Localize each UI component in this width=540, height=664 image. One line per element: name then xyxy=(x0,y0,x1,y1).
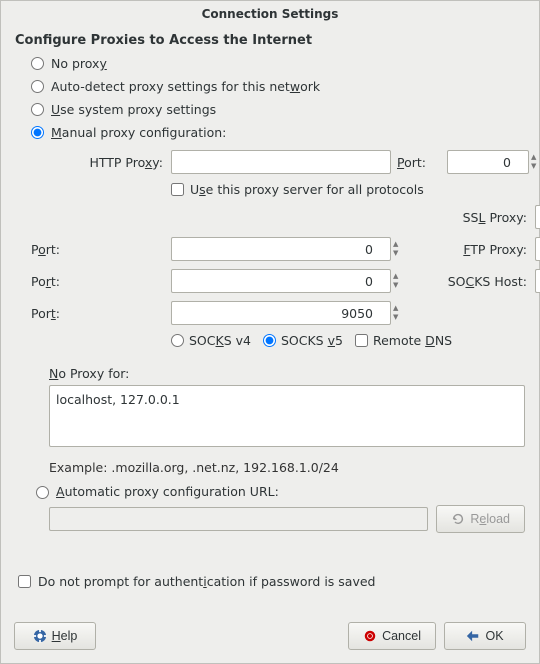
ftp-proxy-label: FTP Proxy: xyxy=(447,242,529,257)
ftp-port-input[interactable] xyxy=(171,269,391,293)
reload-button[interactable]: Reload xyxy=(436,505,525,533)
socks-port-label: Port: xyxy=(31,306,165,321)
remote-dns-option[interactable]: Remote DNS xyxy=(355,333,452,348)
no-proxy-label: No Proxy for: xyxy=(49,366,525,381)
ok-button[interactable]: OK xyxy=(444,622,526,650)
help-label: Help xyxy=(52,629,78,643)
socks-host-label: SOCKS Host: xyxy=(447,274,529,289)
http-proxy-label: HTTP Proxy: xyxy=(31,155,165,170)
no-proxy-textarea[interactable]: localhost, 127.0.0.1 xyxy=(49,385,525,447)
reload-label: Reload xyxy=(470,512,510,526)
no-prompt-checkbox[interactable] xyxy=(18,575,31,588)
radio-no-proxy-label: No proxy xyxy=(51,56,107,71)
help-button[interactable]: Help xyxy=(14,622,96,650)
radio-no-proxy-input[interactable] xyxy=(31,57,44,70)
http-proxy-input[interactable] xyxy=(171,150,391,174)
radio-auto-detect-input[interactable] xyxy=(31,80,44,93)
radio-system-proxy[interactable]: Use system proxy settings xyxy=(15,98,525,121)
use-all-checkbox[interactable] xyxy=(171,183,184,196)
ftp-port-label: Port: xyxy=(31,274,165,289)
no-proxy-example: Example: .mozilla.org, .net.nz, 192.168.… xyxy=(49,460,525,475)
use-all-label: Use this proxy server for all protocols xyxy=(190,182,424,197)
cancel-icon xyxy=(363,629,377,643)
ssl-proxy-input[interactable] xyxy=(535,205,540,229)
socks-host-input[interactable] xyxy=(535,269,540,293)
cancel-label: Cancel xyxy=(382,629,421,643)
pac-url-input[interactable] xyxy=(49,507,428,531)
radio-auto-detect-label: Auto-detect proxy settings for this netw… xyxy=(51,79,320,94)
http-port-label: Port: xyxy=(397,155,441,170)
window-title: Connection Settings xyxy=(1,1,539,23)
socks-v5-radio[interactable] xyxy=(263,334,276,347)
socks-port-input[interactable] xyxy=(171,301,391,325)
ssl-port-label: Port: xyxy=(31,242,165,257)
radio-no-proxy[interactable]: No proxy xyxy=(15,52,525,75)
socks-v4-radio[interactable] xyxy=(171,334,184,347)
radio-manual-proxy-input[interactable] xyxy=(31,126,44,139)
remote-dns-checkbox[interactable] xyxy=(355,334,368,347)
section-heading: Configure Proxies to Access the Internet xyxy=(15,33,525,48)
radio-manual-proxy[interactable]: Manual proxy configuration: xyxy=(15,121,525,144)
http-port-spinner[interactable]: ▲▼ xyxy=(531,153,540,171)
no-prompt-option[interactable]: Do not prompt for authentication if pass… xyxy=(14,572,375,591)
ftp-port-spinner[interactable]: ▲▼ xyxy=(393,272,405,290)
help-icon xyxy=(33,629,47,643)
socks-v5-label: SOCKS v5 xyxy=(281,333,343,348)
radio-manual-proxy-label: Manual proxy configuration: xyxy=(51,125,226,140)
http-port-input[interactable] xyxy=(447,150,529,174)
socks-v4-label: SOCKS v4 xyxy=(189,333,251,348)
remote-dns-label: Remote DNS xyxy=(373,333,452,348)
ftp-proxy-input[interactable] xyxy=(535,237,540,261)
radio-pac-url-label: Automatic proxy configuration URL: xyxy=(56,484,279,499)
reload-icon xyxy=(451,512,465,526)
radio-pac-url[interactable]: Automatic proxy configuration URL: xyxy=(31,483,525,499)
socks-v4-option[interactable]: SOCKS v4 xyxy=(171,333,251,348)
radio-system-proxy-label: Use system proxy settings xyxy=(51,102,216,117)
ssl-port-input[interactable] xyxy=(171,237,391,261)
ssl-port-spinner[interactable]: ▲▼ xyxy=(393,240,405,258)
ok-icon xyxy=(466,629,480,643)
socks-v5-option[interactable]: SOCKS v5 xyxy=(263,333,343,348)
ssl-proxy-label: SSL Proxy: xyxy=(447,210,529,225)
socks-port-spinner[interactable]: ▲▼ xyxy=(393,304,405,322)
cancel-button[interactable]: Cancel xyxy=(348,622,436,650)
radio-pac-url-input[interactable] xyxy=(36,486,49,499)
no-prompt-label: Do not prompt for authentication if pass… xyxy=(38,574,375,589)
ok-label: OK xyxy=(485,629,503,643)
radio-auto-detect[interactable]: Auto-detect proxy settings for this netw… xyxy=(15,75,525,98)
radio-system-proxy-input[interactable] xyxy=(31,103,44,116)
